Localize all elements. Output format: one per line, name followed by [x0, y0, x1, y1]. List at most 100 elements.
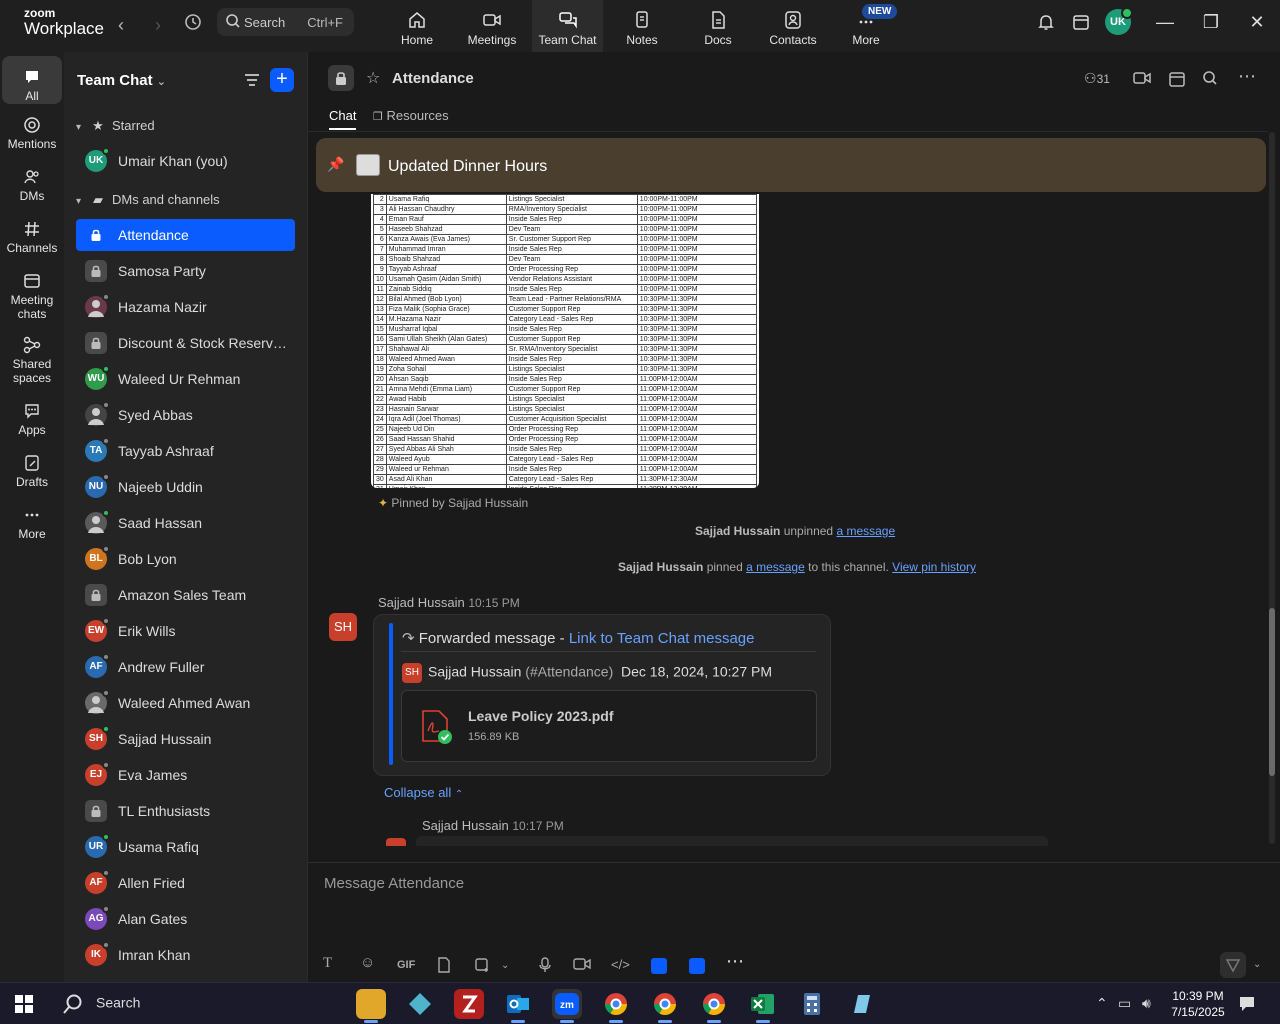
- sidebar-item[interactable]: Hazama Nazir: [76, 291, 295, 323]
- rail-mentions[interactable]: Mentions: [2, 116, 62, 151]
- dms-section-header[interactable]: ▾ ▰ DMs and channels: [76, 192, 220, 208]
- tab-chat[interactable]: Chat: [329, 108, 357, 130]
- zoom-taskbar-icon[interactable]: zm: [552, 989, 582, 1023]
- rail-dms[interactable]: DMs: [2, 168, 62, 203]
- rail-meeting-chats[interactable]: Meeting chats: [2, 272, 62, 321]
- team-chat-message-link[interactable]: Link to Team Chat message: [569, 630, 755, 647]
- restore-icon[interactable]: ❐: [1199, 12, 1223, 33]
- taskbar-search[interactable]: Search: [62, 993, 140, 1015]
- chrome-icon[interactable]: [601, 989, 631, 1023]
- network-icon[interactable]: ▭: [1118, 995, 1131, 1012]
- sidebar-item[interactable]: EW Erik Wills: [76, 615, 295, 647]
- emoji-icon[interactable]: ☺: [360, 954, 375, 971]
- sys1-message-link[interactable]: a message: [836, 524, 895, 538]
- sidebar-item[interactable]: Samosa Party: [76, 255, 295, 287]
- attendance-sheet-image[interactable]: 2 Usama Rafiq Listings Specialist 10:00PM-1…: [371, 194, 759, 488]
- forward-arrow-icon[interactable]: ›: [145, 12, 171, 38]
- sidebar-item[interactable]: TL Enthusiasts: [76, 795, 295, 827]
- volume-icon[interactable]: 🔊︎: [1142, 995, 1151, 1012]
- star-outline-icon[interactable]: ☆: [366, 68, 380, 88]
- app-zoom-icon[interactable]: [689, 958, 705, 974]
- nav-notes[interactable]: Notes: [619, 0, 665, 52]
- excel-icon[interactable]: [748, 989, 778, 1023]
- filezilla-icon[interactable]: [454, 989, 484, 1019]
- history-icon[interactable]: [180, 12, 206, 38]
- tab-resources[interactable]: ❐ Resources: [373, 108, 449, 123]
- screenshot-icon[interactable]: [474, 957, 490, 976]
- author-avatar[interactable]: SH: [329, 613, 357, 641]
- send-button[interactable]: [1220, 952, 1246, 978]
- bell-icon[interactable]: [1033, 12, 1059, 38]
- rail-all[interactable]: All: [2, 56, 62, 104]
- sidebar-item[interactable]: Discount & Stock Reservati...: [76, 327, 295, 359]
- notepad-icon[interactable]: [846, 989, 876, 1019]
- nav-team-chat[interactable]: Team Chat: [532, 0, 603, 52]
- close-icon[interactable]: ✕: [1245, 12, 1269, 33]
- back-arrow-icon[interactable]: ‹: [108, 12, 134, 38]
- more-tools-icon[interactable]: ⋯: [726, 951, 744, 972]
- sidebar-item[interactable]: EJ Eva James: [76, 759, 295, 791]
- reply-author[interactable]: Sajjad Hussain: [422, 818, 509, 833]
- notification-center-icon[interactable]: [1238, 995, 1256, 1016]
- text-format-icon[interactable]: T: [323, 955, 332, 972]
- message-author[interactable]: Sajjad Hussain: [378, 595, 465, 610]
- send-options-chevron-icon[interactable]: ⌄: [1253, 959, 1261, 970]
- microphone-icon[interactable]: [539, 957, 551, 976]
- file-icon[interactable]: [437, 957, 451, 976]
- minimize-icon[interactable]: —: [1153, 12, 1177, 33]
- calendar-icon[interactable]: [1168, 70, 1186, 91]
- code-snippet-icon[interactable]: </>: [611, 957, 630, 972]
- video-message-icon[interactable]: [573, 957, 591, 974]
- outlook-icon[interactable]: [503, 989, 533, 1023]
- app-icon-teal[interactable]: [405, 989, 435, 1019]
- search-box[interactable]: Search Ctrl+F: [217, 8, 354, 36]
- sidebar-item[interactable]: UK Umair Khan (you): [76, 145, 295, 177]
- sidebar-item[interactable]: WU Waleed Ur Rehman: [76, 363, 295, 395]
- chevron-up-icon[interactable]: ⌃: [1096, 995, 1108, 1012]
- chrome-profile2-icon[interactable]: [699, 989, 729, 1023]
- members-button[interactable]: ⚇31: [1084, 70, 1110, 87]
- nav-more[interactable]: More NEW: [842, 0, 898, 52]
- user-avatar[interactable]: UK: [1105, 7, 1133, 35]
- nav-docs[interactable]: Docs: [696, 0, 740, 52]
- file-explorer-icon[interactable]: [356, 989, 386, 1023]
- windows-start-icon[interactable]: [15, 995, 33, 1013]
- rail-apps[interactable]: Apps: [2, 402, 62, 437]
- nav-meetings[interactable]: Meetings: [463, 0, 521, 52]
- chrome-profile-icon[interactable]: [650, 989, 680, 1023]
- sidebar-item[interactable]: TA Tayyab Ashraaf: [76, 435, 295, 467]
- sidebar-title[interactable]: Team Chat ⌄: [77, 72, 166, 89]
- video-camera-icon[interactable]: [1133, 70, 1151, 89]
- gif-button[interactable]: GIF: [397, 959, 415, 971]
- rail-drafts[interactable]: Drafts: [2, 454, 62, 489]
- sidebar-item[interactable]: UR Usama Rafiq: [76, 831, 295, 863]
- message-scrollbar[interactable]: [1269, 132, 1275, 844]
- sidebar-item[interactable]: NU Najeeb Uddin: [76, 471, 295, 503]
- chevron-down-icon[interactable]: ⌄: [501, 960, 509, 971]
- message-input[interactable]: Message Attendance: [324, 875, 464, 892]
- more-options-icon[interactable]: ⋯: [1238, 66, 1256, 87]
- rail-shared-spaces[interactable]: Shared spaces: [2, 336, 62, 385]
- pinned-banner[interactable]: 📌 Updated Dinner Hours: [316, 138, 1266, 192]
- calendar-icon[interactable]: [1068, 12, 1094, 38]
- sidebar-item[interactable]: Saad Hassan: [76, 507, 295, 539]
- sidebar-item[interactable]: Syed Abbas: [76, 399, 295, 431]
- sidebar-item[interactable]: AF Allen Fried: [76, 867, 295, 899]
- new-chat-button[interactable]: +: [270, 68, 294, 92]
- starred-section-header[interactable]: ▾ ★ Starred: [76, 118, 155, 134]
- sidebar-item[interactable]: AG Alan Gates: [76, 903, 295, 935]
- sidebar-item[interactable]: Amazon Sales Team: [76, 579, 295, 611]
- sidebar-item[interactable]: AF Andrew Fuller: [76, 651, 295, 683]
- rail-more[interactable]: More: [2, 506, 62, 541]
- sidebar-item[interactable]: BL Bob Lyon: [76, 543, 295, 575]
- sidebar-item[interactable]: Attendance: [76, 219, 295, 251]
- file-attachment[interactable]: Leave Policy 2023.pdf 156.89 KB: [401, 690, 817, 762]
- sidebar-item[interactable]: SH Sajjad Hussain: [76, 723, 295, 755]
- sys2-message-link[interactable]: a message: [746, 560, 805, 574]
- app-chat-icon[interactable]: [651, 958, 667, 974]
- view-pin-history-link[interactable]: View pin history: [892, 560, 976, 574]
- collapse-all-button[interactable]: Collapse all ⌃: [384, 785, 463, 800]
- filter-icon[interactable]: [242, 70, 262, 90]
- sidebar-item[interactable]: Waleed Ahmed Awan: [76, 687, 295, 719]
- nav-contacts[interactable]: Contacts: [765, 0, 821, 52]
